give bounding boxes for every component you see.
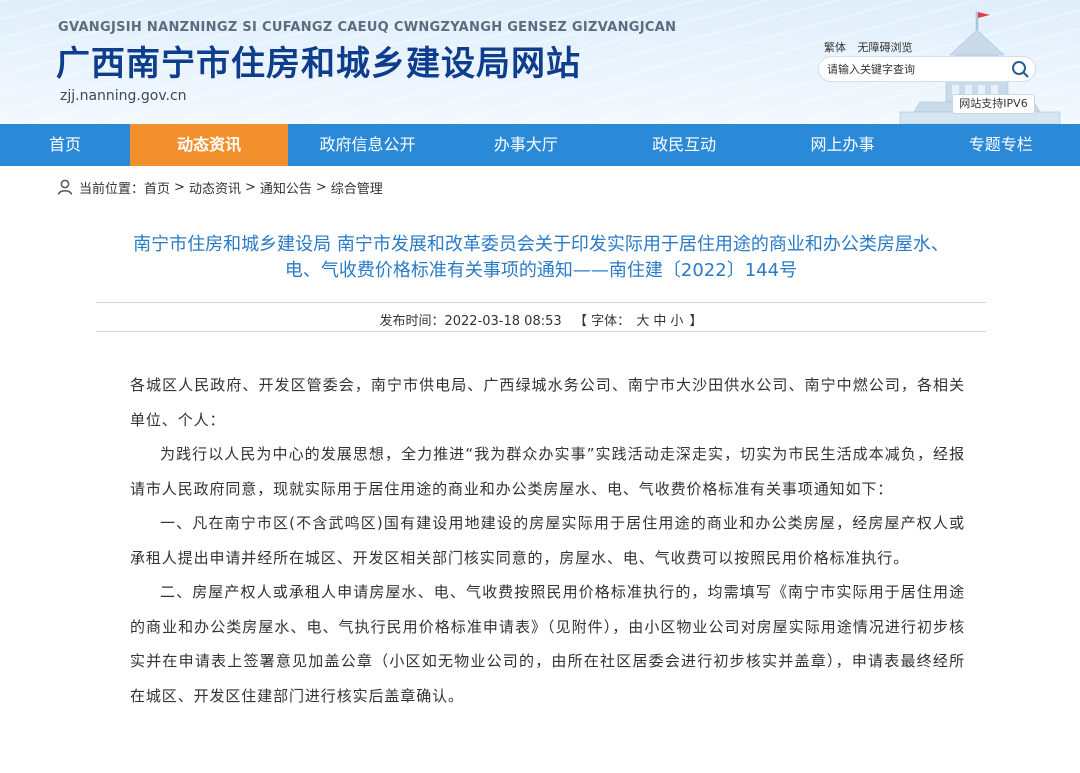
site-title[interactable]: 广西南宁市住房和城乡建设局网站 <box>56 36 581 85</box>
search-button[interactable] <box>1009 59 1031 81</box>
site-header: GVANGJSIH NANZNINGZ SI CUFANGZ CAEUQ CWN… <box>0 0 1080 124</box>
breadcrumb-separator: > <box>244 179 256 195</box>
font-size-medium-button[interactable]: 中 <box>653 314 666 329</box>
article-paragraph: 为践行以人民为中心的发展思想，全力推进“我为群众办实事”实践活动走深走实，切实为… <box>130 445 965 498</box>
breadcrumb-separator: > <box>174 179 185 195</box>
title-divider <box>96 302 986 303</box>
article-title: 南宁市住房和城乡建设局 南宁市发展和改革委员会关于印发实际用于居住用途的商业和办… <box>96 232 986 284</box>
nav-service-hall[interactable]: 办事大厅 <box>447 124 605 166</box>
nav-news[interactable]: 动态资讯 <box>130 124 289 166</box>
article-paragraph: 一、凡在南宁市区(不含武鸣区)国有建设用地建设的房屋实际用于居住用途的商业和办公… <box>130 514 965 567</box>
breadcrumb-news[interactable]: 动态资讯 <box>189 178 241 197</box>
search-input[interactable] <box>827 61 1005 78</box>
article-title-line: 南宁市住房和城乡建设局 南宁市发展和改革委员会关于印发实际用于居住用途的商业和办… <box>133 234 949 255</box>
article-content: 各城区人民政府、开发区管委会，南宁市供电局、广西绿城水务公司、南宁市大沙田供水公… <box>130 368 965 713</box>
ipv6-badge: 网站支持IPV6 <box>952 94 1035 114</box>
nav-home[interactable]: 首页 <box>0 124 130 166</box>
font-size-open: 【 字体： <box>574 314 631 329</box>
font-size-close: 】 <box>689 314 703 329</box>
breadcrumb-prefix: 当前位置： <box>79 181 145 197</box>
article-meta: 发布时间：2022-03-18 08:53 【 字体： 大中小 】 <box>96 310 986 329</box>
location-person-icon <box>57 179 73 195</box>
search-box <box>818 56 1036 82</box>
breadcrumb-separator: > <box>315 179 327 195</box>
nav-gov-info[interactable]: 政府信息公开 <box>288 124 446 166</box>
breadcrumb: 当前位置： 首页 > 动态资讯 > 通知公告 > 综合管理 <box>56 177 383 197</box>
font-size-small-button[interactable]: 小 <box>670 314 683 329</box>
top-links: 繁体 无障碍浏览 <box>824 39 921 55</box>
nav-interaction[interactable]: 政民互动 <box>605 124 763 166</box>
breadcrumb-home[interactable]: 首页 <box>144 178 170 197</box>
article-paragraph: 二、房屋产权人或承租人申请房屋水、电、气收费按照民用价格标准执行的，均需填写《南… <box>130 583 965 705</box>
breadcrumb-general[interactable]: 综合管理 <box>331 178 383 197</box>
search-icon <box>1012 61 1029 78</box>
site-title-pinyin: GVANGJSIH NANZNINGZ SI CUFANGZ CAEUQ CWN… <box>58 20 677 35</box>
main-nav: 首页 动态资讯 政府信息公开 办事大厅 政民互动 网上办事 专题专栏 <box>0 124 1080 166</box>
nav-online-service[interactable]: 网上办事 <box>763 124 921 166</box>
article-title-line: 电、气收费价格标准有关事项的通知——南住建〔2022〕144号 <box>284 260 798 281</box>
publish-label: 发布时间： <box>379 314 445 329</box>
meta-divider <box>96 331 986 332</box>
font-size-large-button[interactable]: 大 <box>636 314 649 329</box>
article-paragraph: 各城区人民政府、开发区管委会，南宁市供电局、广西绿城水务公司、南宁市大沙田供水公… <box>130 376 965 429</box>
traditional-chinese-link[interactable]: 繁体 <box>824 41 846 54</box>
site-domain: zjj.nanning.gov.cn <box>60 88 187 104</box>
accessibility-link[interactable]: 无障碍浏览 <box>858 41 913 54</box>
breadcrumb-notices[interactable]: 通知公告 <box>260 178 312 197</box>
publish-time: 2022-03-18 08:53 <box>444 314 562 329</box>
nav-special-topics[interactable]: 专题专栏 <box>922 124 1080 166</box>
